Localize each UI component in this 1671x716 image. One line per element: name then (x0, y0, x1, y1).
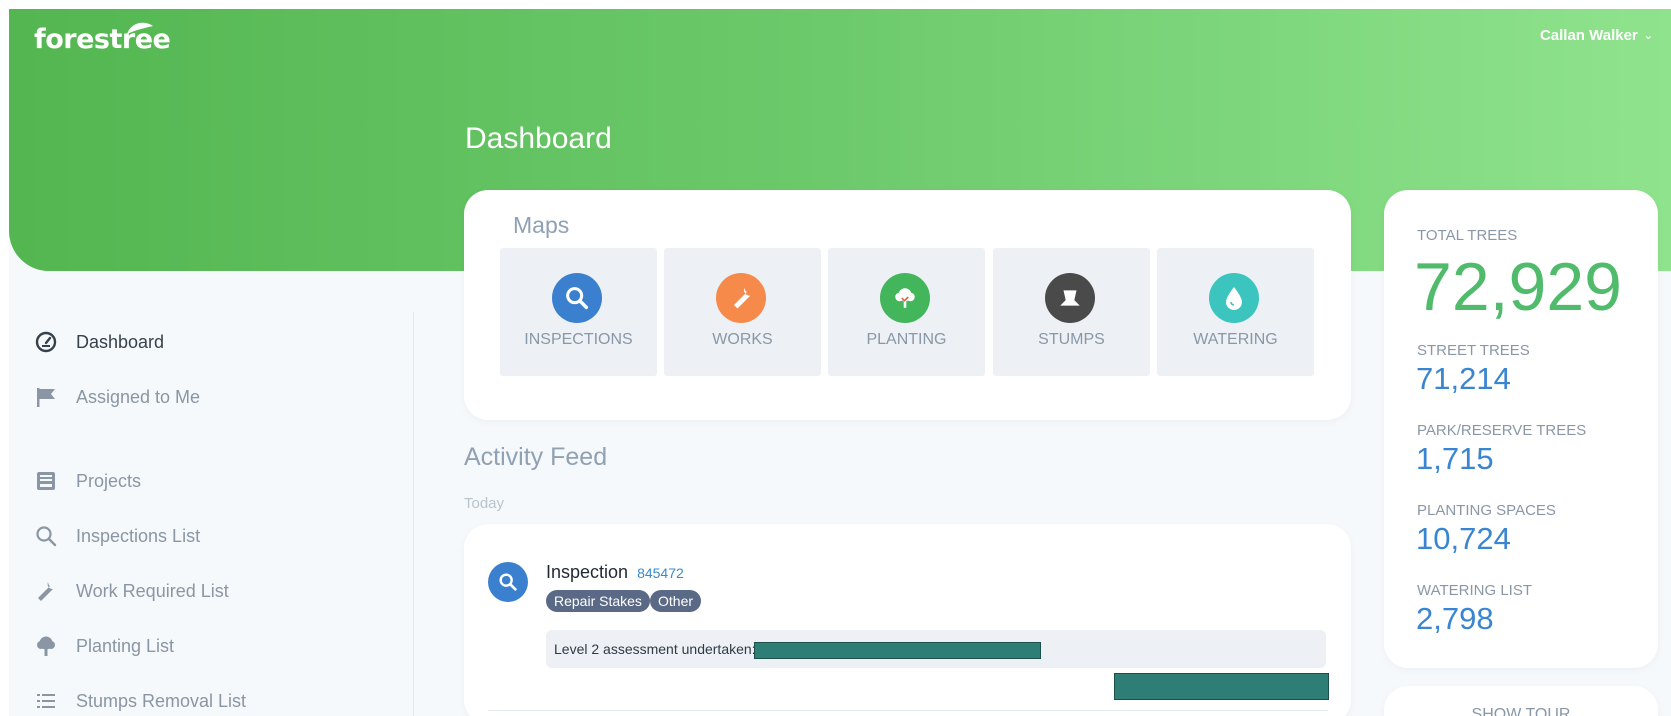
wrench-icon (38, 582, 53, 601)
sidebar-item-label: Dashboard (76, 331, 165, 352)
search-icon (488, 562, 528, 602)
gauge-icon (35, 331, 57, 353)
sidebar-item-label: Assigned to Me (76, 386, 201, 407)
tour-card: SHOW TOUR (1384, 686, 1658, 716)
search-icon (36, 526, 57, 547)
feed-day-label: Today (464, 495, 505, 512)
map-tile-watering[interactable]: WATERING (1157, 248, 1314, 376)
feed-item-type: Inspection (546, 562, 629, 582)
total-trees-value: 72,929 (1414, 249, 1622, 325)
stats-card: TOTAL TREES 72,929 STREET TREES 71,214 P… (1384, 190, 1658, 668)
stat-label: PARK/RESERVE TREES (1417, 422, 1587, 439)
map-tile-label: WATERING (1193, 331, 1278, 348)
map-tile-works[interactable]: WORKS (664, 248, 821, 376)
sidebar-divider (413, 312, 414, 716)
page-title: Dashboard (465, 122, 612, 155)
sidebar-item-projects[interactable]: Projects (34, 469, 141, 493)
tree-icon (880, 273, 930, 323)
sidebar-item-label: Inspections List (76, 525, 201, 546)
stat-value: 2,798 (1416, 601, 1494, 636)
stat-label: PLANTING SPACES (1417, 502, 1556, 519)
feed-item-card: Inspection 845472 Repair Stakes Other Le… (464, 524, 1351, 716)
sidebar-item-work-required-list[interactable]: Work Required List (34, 579, 229, 603)
map-tile-planting[interactable]: PLANTING (828, 248, 985, 376)
search-icon (552, 273, 602, 323)
sidebar-item-label: Planting List (76, 635, 175, 656)
left-frame (0, 0, 9, 716)
map-tile-label: INSPECTIONS (524, 331, 633, 348)
map-tile-inspections[interactable]: INSPECTIONS (500, 248, 657, 376)
activity-feed-title: Activity Feed (464, 443, 608, 471)
tag-badge: Repair Stakes (546, 590, 650, 612)
stat-label: WATERING LIST (1417, 582, 1533, 599)
feed-item-title: Inspection 845472 (546, 562, 684, 583)
sidebar-item-label: Projects (76, 470, 142, 491)
feed-item-id-link[interactable]: 845472 (637, 565, 684, 581)
map-tile-label: STUMPS (1038, 331, 1105, 348)
show-tour-button[interactable]: SHOW TOUR (1384, 706, 1658, 716)
chevron-down-icon: ⌄ (1643, 30, 1653, 42)
sidebar-item-inspections-list[interactable]: Inspections List (34, 524, 200, 548)
total-trees-label: TOTAL TREES (1417, 227, 1518, 244)
top-frame (0, 0, 1671, 9)
sidebar-item-planting-list[interactable]: Planting List (34, 634, 174, 658)
sidebar-item-dashboard[interactable]: Dashboard (34, 330, 164, 354)
stat-label: STREET TREES (1417, 342, 1530, 359)
list-icon (37, 694, 55, 708)
wrench-icon (716, 273, 766, 323)
tag-badge: Other (650, 590, 702, 612)
maps-title: Maps (513, 212, 570, 238)
stump-icon (1045, 273, 1095, 323)
stat-value: 71,214 (1416, 361, 1511, 396)
user-name: Callan Walker (1539, 27, 1638, 44)
tree-icon (37, 636, 55, 656)
inbox-icon (37, 472, 55, 490)
maps-card: Maps INSPECTIONS WORKS PLANTING STUMPS W… (464, 190, 1351, 420)
redacted-block (1114, 673, 1329, 700)
map-tile-label: PLANTING (866, 331, 947, 348)
droplet-icon (1209, 273, 1259, 323)
map-tile-label: WORKS (712, 331, 773, 348)
user-menu[interactable]: Callan Walker ⌄ (1540, 27, 1653, 44)
sidebar-item-assigned-to-me[interactable]: Assigned to Me (34, 385, 200, 409)
feed-divider (488, 710, 1328, 711)
sidebar-item-label: Stumps Removal List (76, 690, 247, 711)
redacted-block (754, 642, 1041, 659)
map-tile-stumps[interactable]: STUMPS (993, 248, 1150, 376)
flag-icon (37, 388, 55, 407)
sidebar-item-stumps-removal-list[interactable]: Stumps Removal List (34, 689, 246, 713)
stat-value: 10,724 (1416, 521, 1511, 556)
sidebar-item-label: Work Required List (76, 580, 229, 601)
stat-value: 1,715 (1416, 441, 1494, 476)
leaf-logo-icon (127, 22, 153, 34)
